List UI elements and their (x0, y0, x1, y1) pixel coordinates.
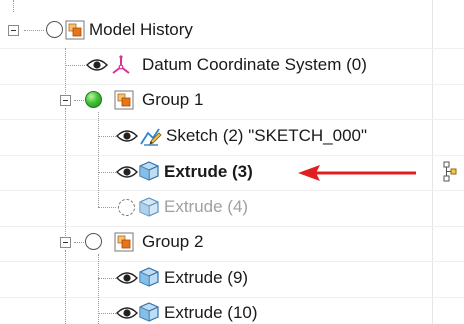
tree-connector (74, 100, 84, 101)
tree-item-label[interactable]: Datum Coordinate System (0) (142, 54, 367, 76)
group-folder-icon (114, 90, 134, 110)
row-separator (0, 261, 464, 262)
row-separator (0, 48, 464, 49)
datum-coordinate-icon (112, 55, 130, 74)
extrude-icon (139, 302, 159, 322)
row-separator (0, 84, 464, 85)
tree-item-label[interactable]: Group 1 (142, 89, 203, 111)
tree-item-label[interactable]: Group 2 (142, 231, 203, 253)
tree-connector (65, 250, 66, 324)
state-indicator-icon[interactable] (46, 21, 63, 38)
red-arrow-annotation (298, 165, 416, 181)
eye-icon[interactable] (86, 58, 108, 72)
tree-connector (98, 172, 116, 173)
tree-connector (24, 30, 44, 31)
dependency-icon[interactable] (443, 161, 457, 183)
collapse-toggle[interactable] (60, 95, 71, 106)
tree-item-label[interactable]: Extrude (4) (164, 196, 248, 218)
suppressed-state-icon[interactable] (118, 199, 135, 216)
tree-connector (65, 108, 66, 242)
active-state-icon[interactable] (85, 91, 102, 108)
extrude-icon (139, 267, 159, 287)
collapse-toggle[interactable] (60, 237, 71, 248)
tree-connector (74, 242, 84, 243)
collapse-toggle[interactable] (8, 25, 19, 36)
state-indicator-icon[interactable] (85, 233, 102, 250)
eye-icon[interactable] (116, 306, 138, 320)
row-separator (0, 226, 464, 227)
group-folder-icon (65, 20, 85, 40)
eye-icon[interactable] (116, 129, 138, 143)
sketch-icon (140, 128, 162, 146)
extrude-icon (139, 197, 159, 217)
tree-item-label[interactable]: Extrude (10) (164, 302, 258, 324)
tree-connector (98, 136, 116, 137)
tree-item-label[interactable]: Extrude (9) (164, 267, 248, 289)
eye-icon[interactable] (116, 271, 138, 285)
tree-item-label[interactable]: Model History (89, 19, 193, 41)
row-separator (0, 155, 464, 156)
row-separator (0, 190, 464, 191)
tree-connector (98, 112, 99, 207)
tree-connector (98, 313, 116, 314)
tree-connector (98, 207, 116, 208)
group-folder-icon (114, 232, 134, 252)
extrude-icon (139, 161, 159, 181)
eye-icon[interactable] (116, 165, 138, 179)
tree-item-label[interactable]: Sketch (2) "SKETCH_000" (166, 125, 367, 147)
tree-connector (65, 65, 85, 66)
row-separator (0, 297, 464, 298)
tree-connector (65, 48, 66, 100)
tree-connector (98, 278, 116, 279)
tree-connector (13, 0, 14, 12)
tree-item-label[interactable]: Extrude (3) (164, 161, 253, 183)
row-separator (0, 119, 464, 120)
model-history-tree: Model History Datum Coordinate System (0… (0, 0, 464, 324)
